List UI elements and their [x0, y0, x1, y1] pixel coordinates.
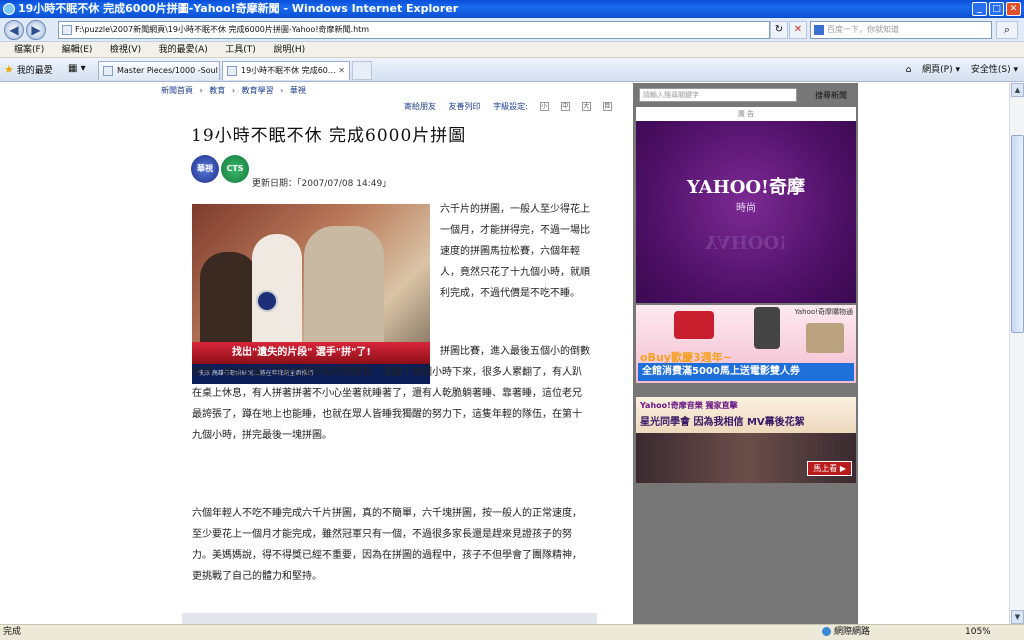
update-date: 更新日期：「2007/07/08 14:49」	[252, 179, 392, 189]
favorites-label: 我的最愛	[16, 66, 53, 76]
send-to-friend-link[interactable]: 寄給朋友	[404, 102, 436, 111]
security-zone: 網際網路	[822, 625, 870, 640]
tab-label: Master Pieces/1000 -Soul of t...	[117, 66, 219, 75]
tab-news-article[interactable]: 19小時不眠不休 完成60... ✕	[222, 61, 350, 80]
status-bar: 完成 網際網路 105%	[0, 624, 1024, 640]
close-window-button[interactable]: ✕	[1006, 2, 1021, 16]
maximize-button[interactable]: □	[989, 2, 1004, 16]
menu-edit[interactable]: 編輯(E)	[62, 43, 93, 58]
search-go-button[interactable]: ⌕	[996, 21, 1018, 39]
obuy-shopping-ad[interactable]: Yahoo!奇摩購物通 oBuy歡慶3週年~ 全館消費滿5000馬上送電影雙人券	[636, 305, 856, 383]
font-large-button[interactable]: 大	[581, 102, 591, 111]
command-bar: ⌂ 網頁(P) ▾ 安全性(S) ▾	[898, 62, 1018, 78]
minimize-button[interactable]: _	[972, 2, 987, 16]
article-paragraph: 六千片的拼圖，一般人至少得花上一個月，才能拼得完，不過一場比速度的拼圖馬拉松賽，…	[440, 204, 590, 299]
stop-button[interactable]: ✕	[789, 21, 807, 39]
scroll-up-icon[interactable]: ▲	[1011, 83, 1024, 97]
font-size-label: 字級設定:	[493, 102, 528, 111]
watch-now-button[interactable]: 馬上看 ▶	[807, 461, 852, 476]
forward-button[interactable]: ▶	[26, 20, 46, 40]
zone-label: 網際網路	[834, 627, 871, 637]
footer-divider	[182, 613, 597, 624]
ad-brand: YAHOO!奇摩	[687, 177, 805, 198]
ad-headline: Yahoo!奇摩音樂 獨家直擊	[640, 401, 738, 410]
cts-chinese-logo: 華視	[191, 155, 219, 183]
tab-label: 19小時不眠不休 完成60...	[241, 66, 336, 75]
menu-bar: 檔案(F) 編輯(E) 檢視(V) 我的最愛(A) 工具(T) 說明(H)	[0, 42, 1024, 58]
news-search-input[interactable]: 請輸入搜尋關鍵字	[639, 88, 797, 102]
tab-row: ★ 我的最愛 ▦ ▾ Master Pieces/1000 -Soul of t…	[0, 58, 1024, 82]
breadcrumb-sep: ›	[199, 86, 203, 95]
status-text: 完成	[3, 627, 22, 637]
print-link[interactable]: 友善列印	[449, 102, 481, 111]
scroll-thumb[interactable]	[1011, 135, 1024, 333]
breadcrumb-home[interactable]: 新聞首頁	[161, 86, 193, 95]
menu-view[interactable]: 檢視(V)	[110, 43, 141, 58]
microphone-icon	[256, 290, 278, 312]
star-icon: ★	[4, 63, 14, 76]
new-tab-button[interactable]	[352, 61, 372, 80]
page-menu-button[interactable]: 網頁(P) ▾	[922, 65, 960, 75]
search-placeholder: 百度一下，你就知道	[827, 25, 899, 34]
cts-logo: CTS	[221, 155, 249, 183]
address-input[interactable]: F:\puzzle\2007新聞網頁\19小時不眠不休 完成6000片拼圖-Ya…	[58, 21, 770, 39]
menu-help[interactable]: 說明(H)	[273, 43, 305, 58]
zoom-level[interactable]: 105%	[965, 625, 991, 640]
ad-label: 廣 告	[636, 107, 856, 121]
article-paragraph: 拼圖比賽，進入最後五個小的倒數計時，來自全國三百多位選手和時間賽跑，連續十幾個小…	[192, 346, 590, 441]
breadcrumb-sep: ›	[280, 86, 284, 95]
font-small-button[interactable]: 小	[539, 102, 549, 111]
vertical-scrollbar[interactable]: ▲ ▼	[1009, 83, 1024, 624]
favorites-button[interactable]: ★ 我的最愛	[4, 63, 53, 78]
breadcrumb-education[interactable]: 教育	[209, 86, 225, 95]
search-engine-icon	[814, 25, 824, 35]
page-title: 19小時不眠不休 完成6000片拼圖	[191, 126, 467, 146]
refresh-button[interactable]: ↻	[770, 21, 788, 39]
address-url: F:\puzzle\2007新聞網頁\19小時不眠不休 完成6000片拼圖-Ya…	[75, 25, 370, 34]
page-content: 新聞首頁 › 教育 › 教育學習 › 華視 寄給朋友 友善列印 字級設定: 小 中 大…	[0, 83, 1009, 624]
globe-icon	[822, 627, 831, 636]
ad-offer: 全館消費滿5000馬上送電影雙人券	[638, 363, 854, 381]
quick-tabs-icon[interactable]: ▦ ▾	[68, 63, 94, 77]
ad-brand-reflection: YAHOO!	[705, 231, 787, 252]
yahoo-fashion-ad[interactable]: YAHOO!奇摩 時尚 YAHOO!	[636, 121, 856, 303]
breadcrumb-sep: ›	[231, 86, 236, 95]
breadcrumb-cts[interactable]: 華視	[290, 86, 306, 95]
breadcrumb: 新聞首頁 › 教育 › 教育學習 › 華視	[161, 85, 310, 96]
home-icon[interactable]: ⌂	[906, 65, 912, 75]
font-medium-button[interactable]: 中	[560, 102, 570, 111]
tab-master-pieces[interactable]: Master Pieces/1000 -Soul of t...	[98, 61, 220, 80]
phone-product-icon	[754, 307, 780, 349]
menu-tools[interactable]: 工具(T)	[225, 43, 256, 58]
search-input[interactable]: 百度一下，你就知道	[810, 21, 992, 39]
window-titlebar: 19小時不眠不休 完成6000片拼圖-Yahoo!奇摩新聞 - Windows …	[0, 0, 1024, 18]
address-bar-row: ◀ ▶ F:\puzzle\2007新聞網頁\19小時不眠不休 完成6000片拼…	[0, 18, 1024, 42]
ad-subtitle: 時尚	[736, 203, 756, 214]
gift-product-icon	[806, 323, 844, 353]
news-search-button[interactable]: 搜尋新聞	[815, 90, 847, 101]
menu-file[interactable]: 檔案(F)	[14, 43, 44, 58]
ad-subtitle: 星光同學會 因為我相信 MV幕後花絮	[640, 417, 805, 428]
source-logos: 華視 CTS	[191, 155, 251, 185]
font-default-button[interactable]: 目	[602, 102, 612, 111]
window-title: 19小時不眠不休 完成6000片拼圖-Yahoo!奇摩新聞 - Windows …	[18, 2, 459, 15]
safety-menu-button[interactable]: 安全性(S) ▾	[971, 65, 1018, 75]
page-icon	[103, 66, 113, 76]
article-tools: 寄給朋友 友善列印 字級設定: 小 中 大 目	[404, 101, 622, 112]
scroll-down-icon[interactable]: ▼	[1011, 610, 1024, 624]
close-tab-icon[interactable]: ✕	[338, 62, 345, 80]
breadcrumb-learning[interactable]: 教育學習	[242, 86, 274, 95]
menu-favorites[interactable]: 我的最愛(A)	[159, 43, 208, 58]
page-icon	[62, 25, 72, 35]
back-button[interactable]: ◀	[4, 20, 24, 40]
tv-product-icon	[674, 311, 714, 339]
ad-label: Yahoo!奇摩購物通	[794, 308, 853, 316]
music-ad[interactable]: Yahoo!奇摩音樂 獨家直擊 星光同學會 因為我相信 MV幕後花絮 馬上看 ▶	[636, 397, 856, 483]
ie-logo-icon	[3, 3, 15, 15]
ie-page-icon	[227, 66, 237, 76]
article-paragraph: 六個年輕人不吃不睡完成六千片拼圖，真的不簡單，六千塊拼圖，按一般人的正常速度，至…	[192, 508, 582, 582]
